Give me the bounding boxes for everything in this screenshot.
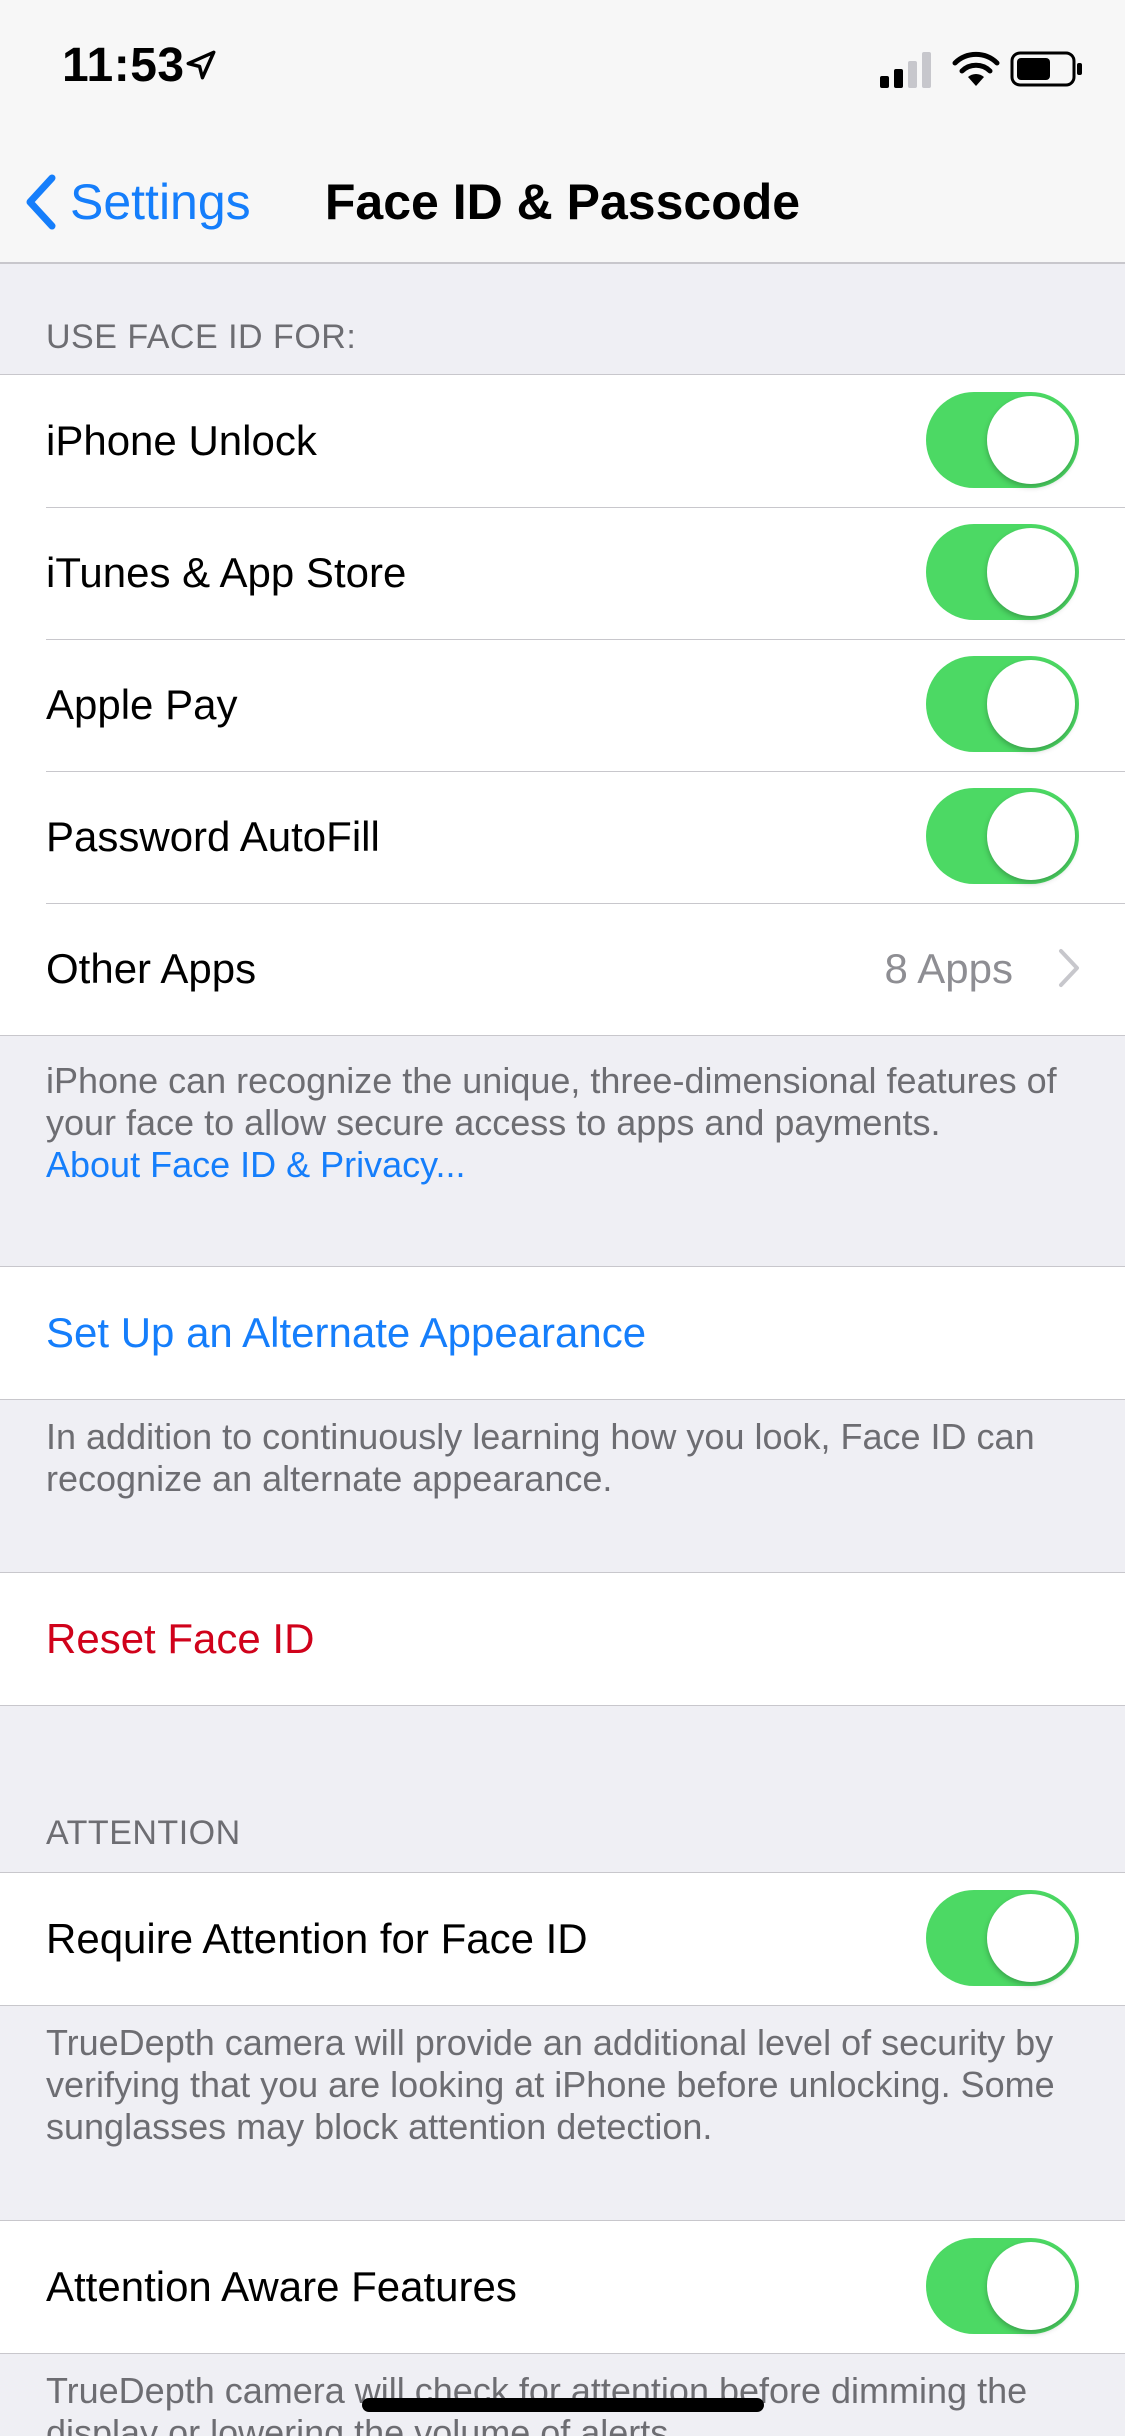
attention-aware-toggle[interactable] [926,2238,1079,2334]
row-label: Require Attention for Face ID [46,1915,588,1962]
navigation-bar: Settings Face ID & Passcode [0,132,1125,264]
wifi-icon [952,51,1000,86]
row-iphone-unlock: iPhone Unlock [0,375,1125,507]
reset-group: Reset Face ID [0,1572,1125,1706]
require-attention-toggle[interactable] [926,1890,1079,1986]
row-reset-face-id[interactable]: Reset Face ID [0,1573,1125,1705]
row-other-apps[interactable]: Other Apps 8 Apps [0,903,1125,1035]
face-id-footer-text: iPhone can recognize the unique, three-d… [46,1060,1057,1143]
alternate-appearance-group: Set Up an Alternate Appearance [0,1266,1125,1400]
row-label: iPhone Unlock [46,417,317,464]
row-apple-pay: Apple Pay [0,639,1125,771]
toggle-knob [987,2242,1075,2330]
itunes-app-store-toggle[interactable] [926,524,1079,620]
use-face-id-group: iPhone Unlock iTunes & App Store Apple P… [0,374,1125,1036]
require-attention-footer: TrueDepth camera will provide an additio… [46,2022,1055,2147]
chevron-right-icon [1059,949,1079,987]
row-itunes-app-store: iTunes & App Store [0,507,1125,639]
cellular-signal-icon [880,52,931,88]
reset-face-id-button[interactable]: Reset Face ID [46,1615,314,1663]
row-set-up-alternate[interactable]: Set Up an Alternate Appearance [0,1267,1125,1399]
about-face-id-privacy-link[interactable]: About Face ID & Privacy... [46,1144,465,1185]
row-require-attention: Require Attention for Face ID [0,1873,1125,2005]
attention-aware-group: Attention Aware Features [0,2220,1125,2354]
toggle-knob [987,792,1075,880]
set-up-alternate-appearance-button[interactable]: Set Up an Alternate Appearance [46,1309,646,1357]
battery-icon [1010,51,1082,87]
status-bar: 11:53 [0,0,1125,132]
row-password-autofill: Password AutoFill [0,771,1125,903]
home-indicator[interactable] [362,2398,764,2412]
other-apps-count: 8 Apps [884,945,1013,992]
row-attention-aware: Attention Aware Features [0,2221,1125,2353]
row-label: iTunes & App Store [46,549,407,596]
toggle-knob [987,528,1075,616]
status-time: 11:53 [62,39,185,92]
toggle-knob [987,660,1075,748]
section-header-use-face-id: USE FACE ID FOR: [46,318,357,356]
toggle-knob [987,396,1075,484]
attention-group: Require Attention for Face ID [0,1872,1125,2006]
alternate-footer: In addition to continuously learning how… [46,1416,1035,1499]
page-title: Face ID & Passcode [324,174,801,230]
section-header-attention: ATTENTION [46,1814,241,1852]
password-autofill-toggle[interactable] [926,788,1079,884]
location-arrow-icon [186,50,216,80]
face-id-footer: iPhone can recognize the unique, three-d… [46,1060,1085,1186]
apple-pay-toggle[interactable] [926,656,1079,752]
toggle-knob [987,1894,1075,1982]
row-label: Password AutoFill [46,813,380,860]
iphone-unlock-toggle[interactable] [926,392,1079,488]
row-label: Attention Aware Features [46,2263,517,2310]
row-label: Other Apps [46,945,257,992]
row-label: Apple Pay [46,681,238,728]
